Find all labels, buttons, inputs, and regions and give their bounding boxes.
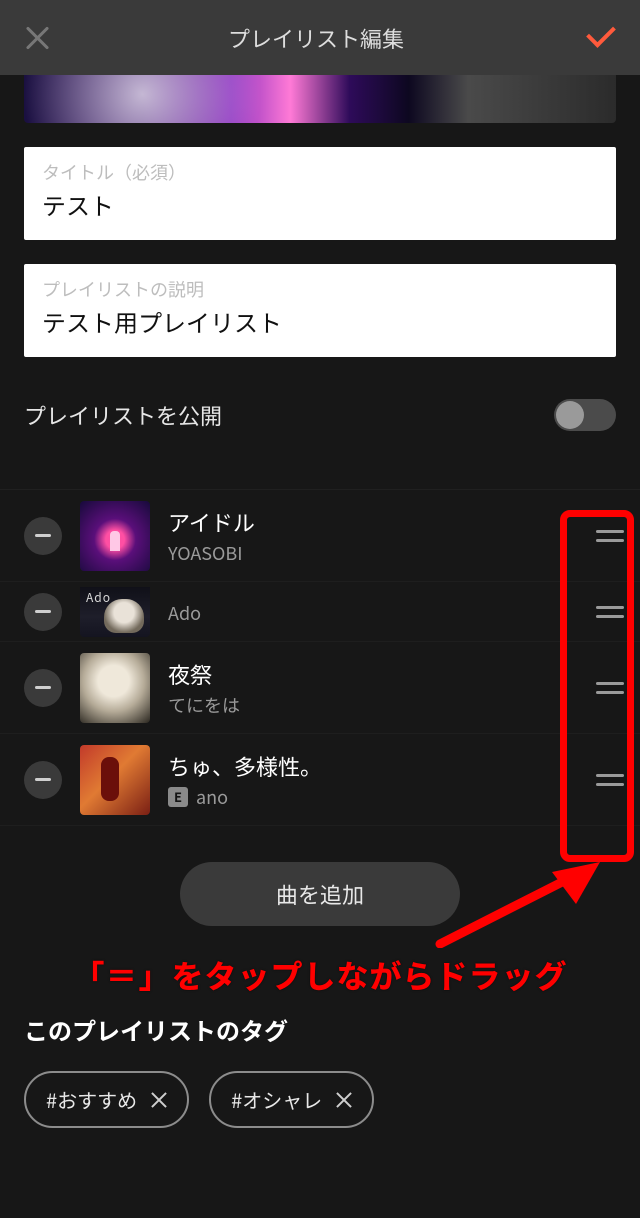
tag-list: #おすすめ #オシャレ bbox=[24, 1071, 616, 1128]
drag-handle-icon[interactable] bbox=[580, 490, 640, 581]
close-icon[interactable] bbox=[24, 25, 50, 51]
drag-handle-icon[interactable] bbox=[580, 734, 640, 825]
publish-label: プレイリストを公開 bbox=[24, 399, 222, 431]
track-title: 夜祭 bbox=[168, 658, 580, 690]
track-row: Ado bbox=[0, 582, 640, 642]
track-meta: Ado bbox=[168, 598, 580, 626]
track-artist-name: ano bbox=[196, 784, 228, 810]
playlist-cover-image[interactable] bbox=[24, 75, 616, 123]
publish-row: プレイリストを公開 bbox=[24, 399, 616, 431]
drag-handle-icon[interactable] bbox=[580, 642, 640, 733]
confirm-check-icon[interactable] bbox=[582, 25, 616, 51]
add-track-button[interactable]: 曲を追加 bbox=[180, 862, 460, 926]
page-title: プレイリスト編集 bbox=[50, 22, 582, 54]
drag-handle-icon[interactable] bbox=[580, 582, 640, 641]
annotation-text: 「＝」をタップしながらドラッグ bbox=[0, 952, 640, 998]
tags-heading: このプレイリストのタグ bbox=[24, 1012, 616, 1047]
track-row: アイドル YOASOBI bbox=[0, 490, 640, 582]
tag-chip[interactable]: #オシャレ bbox=[209, 1071, 374, 1128]
track-row: 夜祭 てにをは bbox=[0, 642, 640, 734]
remove-track-button[interactable] bbox=[24, 593, 62, 631]
tag-label: #オシャレ bbox=[231, 1085, 322, 1114]
track-title: アイドル bbox=[168, 506, 580, 538]
title-field-value[interactable]: テスト bbox=[42, 187, 598, 222]
remove-tag-icon[interactable] bbox=[151, 1092, 167, 1108]
track-artist: YOASOBI bbox=[168, 540, 580, 566]
header-bar: プレイリスト編集 bbox=[0, 0, 640, 75]
description-field[interactable]: プレイリストの説明 テスト用プレイリスト bbox=[24, 264, 616, 357]
remove-track-button[interactable] bbox=[24, 517, 62, 555]
tag-chip[interactable]: #おすすめ bbox=[24, 1071, 189, 1128]
title-field[interactable]: タイトル（必須） テスト bbox=[24, 147, 616, 240]
track-meta: ちゅ、多様性。 E ano bbox=[168, 750, 580, 810]
remove-tag-icon[interactable] bbox=[336, 1092, 352, 1108]
description-field-value[interactable]: テスト用プレイリスト bbox=[42, 304, 598, 339]
track-artist: E ano bbox=[168, 784, 580, 810]
track-row: ちゅ、多様性。 E ano bbox=[0, 734, 640, 826]
track-thumbnail bbox=[80, 587, 150, 637]
track-artist: てにをは bbox=[168, 692, 580, 718]
track-list: アイドル YOASOBI Ado 夜祭 てにをは ちゅ、多様性。 E ano bbox=[0, 489, 640, 826]
publish-toggle[interactable] bbox=[554, 399, 616, 431]
track-thumbnail bbox=[80, 745, 150, 815]
remove-track-button[interactable] bbox=[24, 761, 62, 799]
track-artist: Ado bbox=[168, 600, 580, 626]
track-thumbnail bbox=[80, 501, 150, 571]
remove-track-button[interactable] bbox=[24, 669, 62, 707]
explicit-badge-icon: E bbox=[168, 787, 188, 807]
track-title: ちゅ、多様性。 bbox=[168, 750, 580, 782]
track-meta: 夜祭 てにをは bbox=[168, 658, 580, 718]
track-thumbnail bbox=[80, 653, 150, 723]
tag-label: #おすすめ bbox=[46, 1085, 137, 1114]
title-field-label: タイトル（必須） bbox=[42, 159, 598, 185]
description-field-label: プレイリストの説明 bbox=[42, 276, 598, 302]
track-meta: アイドル YOASOBI bbox=[168, 506, 580, 566]
